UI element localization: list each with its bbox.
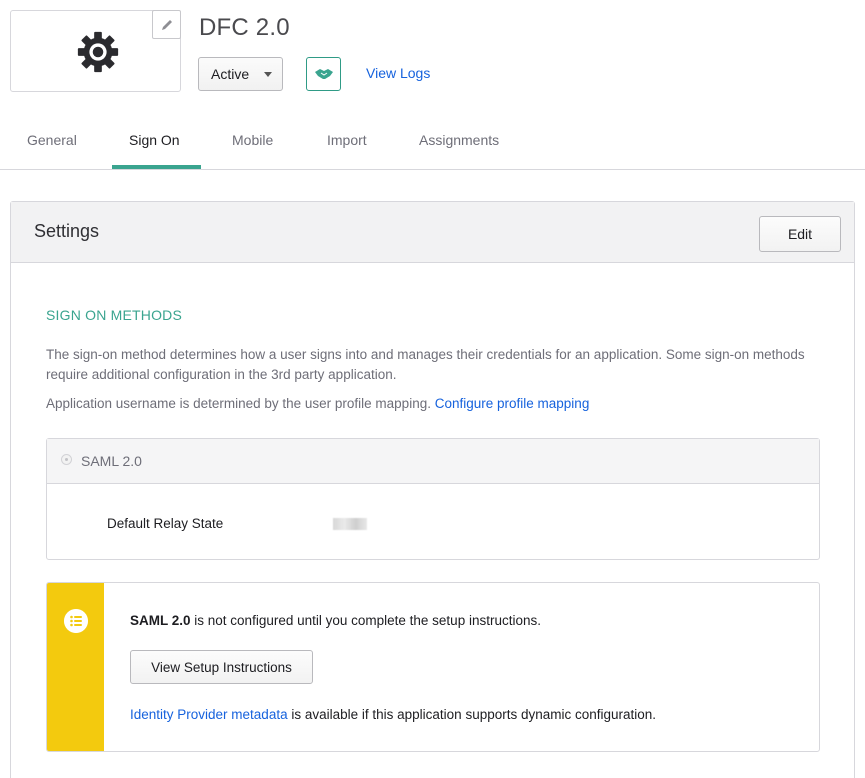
settings-title: Settings — [34, 221, 100, 241]
idp-metadata-link[interactable]: Identity Provider metadata — [130, 707, 288, 722]
active-tab-indicator — [112, 165, 201, 169]
saml-option-label: SAML 2.0 — [81, 453, 142, 469]
configure-profile-mapping-link[interactable]: Configure profile mapping — [435, 396, 590, 411]
mapping-text: Application username is determined by th… — [46, 396, 589, 411]
setup-notice: SAML 2.0 is not configured until you com… — [46, 582, 820, 752]
tab-bar: General Sign On Mobile Import Assignment… — [0, 118, 865, 170]
sign-on-description: The sign-on method determines how a user… — [46, 347, 805, 382]
metadata-message: Identity Provider metadata is available … — [130, 707, 656, 722]
handshake-icon — [314, 69, 333, 79]
settings-panel: Settings Edit SIGN ON METHODS The sign-o… — [10, 201, 855, 778]
metadata-message-text: is available if this application support… — [287, 707, 657, 722]
chevron-down-icon — [264, 72, 272, 77]
pencil-icon — [161, 19, 172, 30]
tab-mobile[interactable]: Mobile — [232, 132, 273, 148]
tab-assignments[interactable]: Assignments — [419, 132, 499, 148]
sign-on-methods-heading: SIGN ON METHODS — [46, 307, 183, 323]
edit-logo-button[interactable] — [152, 10, 181, 39]
tab-sign-on[interactable]: Sign On — [129, 132, 180, 148]
notice-bar — [47, 583, 104, 751]
relay-state-label: Default Relay State — [107, 516, 224, 531]
tab-general[interactable]: General — [27, 132, 77, 148]
list-icon — [64, 609, 88, 633]
gear-icon — [77, 31, 119, 73]
settings-header: Settings Edit — [11, 202, 854, 263]
view-setup-instructions-button[interactable]: View Setup Instructions — [130, 650, 313, 684]
relay-state-value-redacted — [333, 518, 367, 530]
status-value: Active — [211, 66, 250, 82]
app-title: DFC 2.0 — [199, 14, 290, 41]
saml-method-box: SAML 2.0 Default Relay State — [46, 438, 820, 560]
tab-import[interactable]: Import — [327, 132, 367, 148]
mapping-text-label: Application username is determined by th… — [46, 396, 431, 411]
notice-message: SAML 2.0 is not configured until you com… — [130, 613, 541, 628]
saml-radio[interactable] — [61, 454, 72, 465]
notice-method-name: SAML 2.0 — [130, 613, 191, 628]
view-logs-link[interactable]: View Logs — [366, 65, 430, 81]
status-dropdown[interactable]: Active — [198, 57, 283, 91]
notice-message-text: is not configured until you complete the… — [190, 613, 541, 628]
push-provisioning-button[interactable] — [306, 57, 341, 91]
edit-button[interactable]: Edit — [759, 216, 841, 252]
saml-option[interactable]: SAML 2.0 — [47, 439, 819, 484]
